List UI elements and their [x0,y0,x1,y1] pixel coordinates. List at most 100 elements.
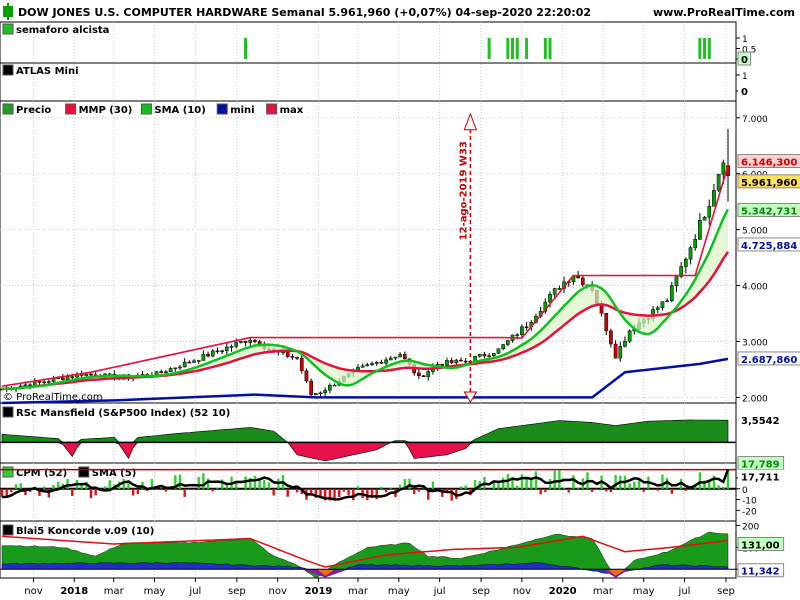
cpm-bar [10,488,13,493]
semaforo-signal-9 [703,38,707,59]
cpm-bar [590,488,594,492]
cpm-bar [558,470,561,489]
cpm-bar [651,488,655,491]
cpm-bar [192,488,196,490]
candle-body [229,346,234,348]
cpm-bar [539,488,542,495]
legend-semaforo: semaforo alcista [16,25,109,36]
candle-body [707,206,712,218]
cpm-bar [708,481,711,489]
semaforo-signal-1 [487,38,491,59]
candle-body [332,384,337,387]
candle-body [46,381,51,383]
candle-body [70,376,75,379]
candle-body [506,340,510,345]
candle-body [365,364,370,367]
candle-body [168,368,173,372]
price-label-4: 2.687,860 [741,355,797,366]
cpm-bar [286,488,289,497]
semaforo-signal-0 [244,38,248,59]
cpm-bar [178,474,182,489]
cpm-bar [352,488,355,501]
legend-atlas: ATLAS Mini [16,66,79,77]
cpm-bar [52,484,55,489]
time-label-16: jul [678,586,691,597]
candle-body [42,381,47,384]
time-label-10: jul [433,586,446,597]
cpm-bar [567,488,570,493]
cpm-bar [338,488,341,497]
legend-cpm-swatch [2,466,14,478]
candle-body [604,312,609,332]
candle-body [524,326,529,329]
candle-body [370,363,374,365]
candle-body [215,350,220,353]
candle-body [683,258,688,267]
candle-body [285,351,290,357]
time-label-11: sep [472,586,490,597]
cpm-bar [42,486,46,489]
candle-body [674,276,679,286]
candle-body [623,340,627,347]
cpm-bar [272,488,275,496]
cpm-bar [412,488,416,495]
cpm-bar [553,470,556,489]
cpm-bar [136,488,140,494]
candle-body [187,361,192,364]
candle-body [309,380,313,396]
candle-body [379,361,384,364]
candle-body [384,359,388,364]
cpm-bar [520,474,524,489]
legend-semaforo-swatch [2,23,14,35]
cpm-bar [263,479,266,489]
cpm-bar [375,488,378,500]
cpm-bar [562,487,566,489]
cpm-bar [89,488,93,499]
candle-body [159,371,164,373]
semaforo-tick-0: 1 [742,35,748,45]
candle-body [196,360,201,362]
cpm-bar [164,488,168,492]
candle-body [491,353,496,356]
cpm-bar [389,487,392,489]
candle-body [182,361,187,368]
cpm-bar [698,472,702,489]
candle-body [515,334,520,337]
cpm-bar [661,474,664,489]
cpm-bar [544,488,547,492]
cpm-bar [108,480,111,489]
candle-body [463,360,468,363]
legend-price-4-swatch [266,103,278,115]
cpm-bar [14,484,18,489]
candle-body [243,341,248,343]
candle-body [496,348,501,354]
candle-body [445,360,449,366]
candle-body [23,384,28,387]
cpm-bar [497,482,500,489]
watermark: © ProRealTime.com [3,392,103,403]
konc-label-1: 11,342 [741,567,780,578]
candle-body [501,344,506,349]
candle-body [388,357,393,361]
candle-body [239,341,243,343]
cpm-bar [633,481,636,489]
candle-body [580,277,585,286]
cpm-bar [431,481,435,489]
candle-body [482,353,487,357]
price-tick-5: 2.000 [742,394,768,404]
candle-body [712,190,716,207]
price-label-3: 4.725,884 [741,241,797,252]
legend-cpm-sma-swatch [78,466,90,478]
legend-koncorde-swatch [2,524,14,536]
candle-body [398,354,402,358]
candle-body [655,307,660,310]
time-label-15: may [633,586,655,597]
cpm-tick-3: -10 [742,497,757,507]
cpm-bar [216,488,219,489]
semaforo-signal-5 [525,38,529,59]
candle-body [295,356,299,359]
candle-body [576,275,580,279]
candle-body [716,173,721,191]
semaforo-signal-6 [543,38,547,59]
price-tick-3: 4.000 [742,283,768,293]
